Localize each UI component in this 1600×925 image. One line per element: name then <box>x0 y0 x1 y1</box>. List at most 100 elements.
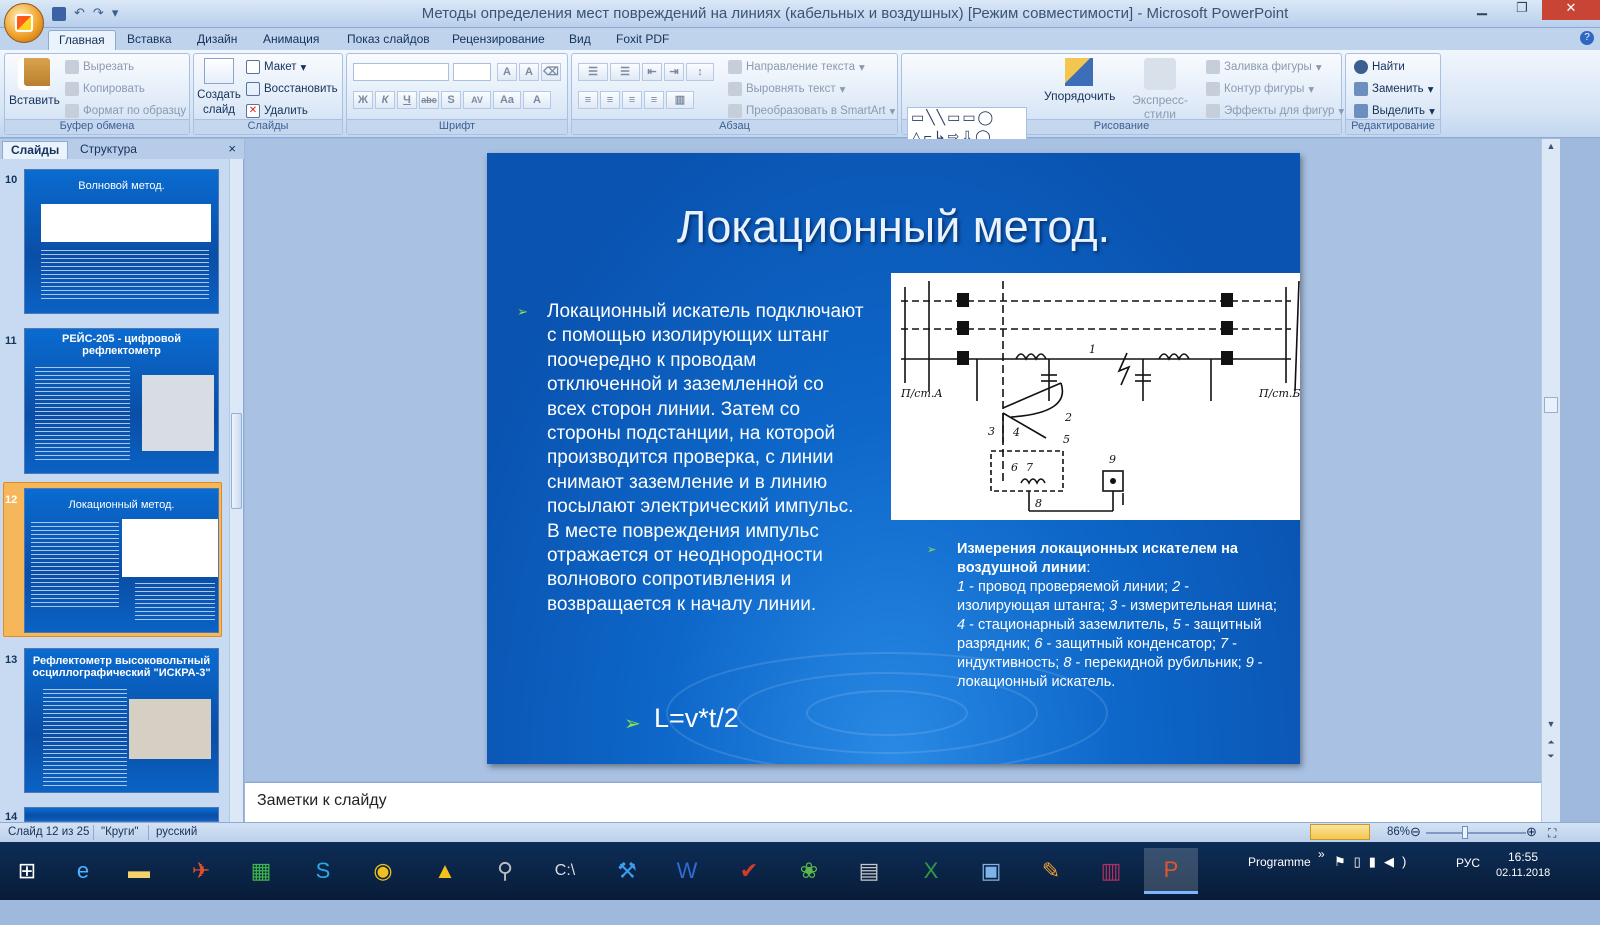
format-painter-button[interactable]: Формат по образцу <box>65 104 186 118</box>
word-icon[interactable]: W <box>660 848 714 894</box>
next-slide-icon[interactable]: ⏷ <box>1542 751 1560 762</box>
replace-button[interactable]: Заменить ▾ <box>1354 82 1433 96</box>
numbering-button[interactable]: ☰ <box>610 63 640 81</box>
rocket-app-icon[interactable]: ✈ <box>174 848 228 894</box>
image-viewer-icon[interactable]: ▣ <box>964 848 1018 894</box>
pane-scrollbar[interactable] <box>229 159 243 822</box>
chrome-icon[interactable]: ◉ <box>356 848 410 894</box>
font-color-button[interactable]: A <box>523 91 551 109</box>
tab-foxit-pdf[interactable]: Foxit PDF <box>606 30 679 50</box>
layout-button[interactable]: Макет ▾ <box>246 60 306 74</box>
excel-icon[interactable]: X <box>904 848 958 894</box>
skype-icon[interactable]: S <box>296 848 350 894</box>
checklist-icon[interactable]: ✔ <box>722 848 776 894</box>
zoom-slider[interactable] <box>1426 832 1526 834</box>
align-left-button[interactable]: ≡ <box>578 91 598 109</box>
restore-button[interactable]: ❐ <box>1502 0 1542 20</box>
windows-start-icon[interactable]: ⊞ <box>0 848 54 894</box>
shrink-font-button[interactable]: A <box>519 63 539 81</box>
slide-canvas[interactable]: Локационный метод. ➢ Локационный искател… <box>487 153 1300 764</box>
file-explorer-icon[interactable]: ▬ <box>112 848 166 894</box>
quick-styles-button[interactable]: Экспресс-стили <box>1118 58 1202 121</box>
smartart-button[interactable]: Преобразовать в SmartArt ▾ <box>728 104 895 118</box>
ie-icon[interactable]: e <box>56 848 110 894</box>
italic-button[interactable]: К <box>375 91 395 109</box>
slide-formula[interactable]: L=v*t/2 <box>654 703 739 734</box>
columns-button[interactable]: ▥ <box>666 91 694 109</box>
slide-thumbnail-10[interactable]: Волновой метод. <box>24 169 219 314</box>
editor-scroll-thumb[interactable] <box>1544 397 1558 413</box>
reset-button[interactable]: Восстановить <box>246 82 338 96</box>
zoom-in-icon[interactable]: ⊕ <box>1526 824 1537 840</box>
tab-animation[interactable]: Анимация <box>253 30 329 50</box>
scroll-up-icon[interactable]: ▲ <box>1542 141 1560 151</box>
tray-icons[interactable]: ⚑▯▮◀) <box>1334 854 1414 912</box>
align-text-button[interactable]: Выровнять текст ▾ <box>728 82 845 96</box>
clear-format-button[interactable]: ⌫ <box>541 63 561 81</box>
save-icon[interactable] <box>52 7 66 21</box>
justify-button[interactable]: ≡ <box>644 91 664 109</box>
prev-slide-icon[interactable]: ⏶ <box>1542 737 1560 748</box>
language[interactable]: русский <box>156 826 197 838</box>
spreadsheet-app-icon[interactable]: ▦ <box>234 848 288 894</box>
line-spacing-button[interactable]: ↕ <box>686 63 714 81</box>
align-center-button[interactable]: ≡ <box>600 91 620 109</box>
tray-programme[interactable]: Programme <box>1248 855 1311 913</box>
theme-name[interactable]: "Круги" <box>101 826 139 838</box>
font-size-combo[interactable] <box>453 63 491 81</box>
increase-indent-button[interactable]: ⇥ <box>664 63 684 81</box>
shadow-button[interactable]: S <box>441 91 461 109</box>
tray-expand[interactable]: » <box>1318 847 1325 905</box>
tab-slideshow[interactable]: Показ слайдов <box>337 30 440 50</box>
paste-button[interactable]: Вставить <box>9 58 60 107</box>
tab-slides[interactable]: Слайды <box>2 141 69 159</box>
redo-icon[interactable]: ↷ <box>93 5 104 21</box>
close-pane-icon[interactable]: × <box>228 141 236 156</box>
decrease-indent-button[interactable]: ⇤ <box>642 63 662 81</box>
zoom-level[interactable]: 86% <box>1387 826 1410 838</box>
close-button[interactable]: ✕ <box>1542 0 1600 20</box>
diagram-caption[interactable]: Измерения локационных искателем на возду… <box>957 540 1277 692</box>
microphone-icon[interactable]: ⚲ <box>478 848 532 894</box>
find-button[interactable]: Найти <box>1354 60 1405 74</box>
slide-thumbnail-14[interactable] <box>24 807 219 822</box>
slide-thumbnail-11[interactable]: РЕЙС-205 - цифровой рефлектометр <box>24 328 219 474</box>
undo-icon[interactable]: ↶ <box>74 5 85 21</box>
keyboard-language[interactable]: РУС <box>1456 856 1480 914</box>
delete-slide-button[interactable]: ✕ Удалить <box>246 104 308 118</box>
tab-outline[interactable]: Структура <box>72 141 145 159</box>
office-button[interactable] <box>4 3 44 43</box>
select-button[interactable]: Выделить ▾ <box>1354 104 1435 118</box>
shape-fill-button[interactable]: Заливка фигуры ▾ <box>1206 60 1322 74</box>
text-direction-button[interactable]: Направление текста ▾ <box>728 60 865 74</box>
minimize-button[interactable]: ▁ <box>1462 0 1502 20</box>
underline-button[interactable]: Ч <box>397 91 417 109</box>
grow-font-button[interactable]: A <box>497 63 517 81</box>
triangle-app-icon[interactable]: ▲ <box>418 848 472 894</box>
font-name-combo[interactable] <box>353 63 449 81</box>
slide-title[interactable]: Локационный метод. <box>487 201 1300 253</box>
tab-home[interactable]: Главная <box>48 30 116 50</box>
help-icon[interactable]: ? <box>1580 31 1594 45</box>
tab-insert[interactable]: Вставка <box>117 30 182 50</box>
calculator-icon[interactable]: ▤ <box>842 848 896 894</box>
tools-app-icon[interactable]: ⚒ <box>600 848 654 894</box>
cut-button[interactable]: Вырезать <box>65 60 134 74</box>
notes-pane[interactable]: Заметки к слайду <box>245 782 1541 822</box>
shape-outline-button[interactable]: Контур фигуры ▾ <box>1206 82 1314 96</box>
slide-thumbnail-13[interactable]: Рефлектометр высоковольтный осциллографи… <box>24 648 219 793</box>
slide-thumbnail-12[interactable]: Локационный метод. <box>24 488 219 633</box>
fit-window-icon[interactable]: ⛶ <box>1548 826 1556 841</box>
scroll-down-icon[interactable]: ▼ <box>1542 719 1560 729</box>
frog-app-icon[interactable]: ❀ <box>782 848 836 894</box>
customize-qat-icon[interactable]: ▾ <box>112 5 119 21</box>
tab-review[interactable]: Рецензирование <box>442 30 555 50</box>
copy-button[interactable]: Копировать <box>65 82 145 96</box>
clock-date[interactable]: 02.11.2018 <box>1496 867 1550 925</box>
paint-icon[interactable]: ✎ <box>1024 848 1078 894</box>
new-slide-button[interactable]: Создать слайд <box>196 58 242 117</box>
align-right-button[interactable]: ≡ <box>622 91 642 109</box>
zoom-out-icon[interactable]: ⊖ <box>1410 824 1421 840</box>
slide-body-text[interactable]: Локационный искатель подключают с помощь… <box>547 300 867 617</box>
shape-effects-button[interactable]: Эффекты для фигур ▾ <box>1206 104 1344 118</box>
